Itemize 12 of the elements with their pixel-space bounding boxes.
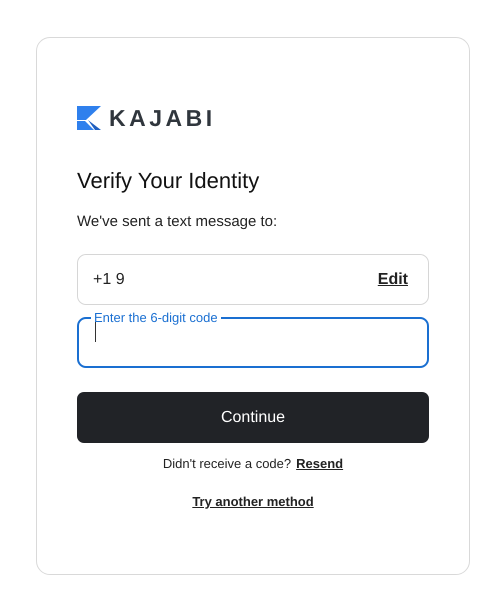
logo-icon <box>77 106 101 130</box>
code-field[interactable]: Enter the 6-digit code <box>77 310 429 368</box>
resend-prompt: Didn't receive a code? <box>162 456 292 471</box>
alternate-method-link[interactable]: Try another method <box>192 494 314 509</box>
continue-button[interactable]: Continue <box>77 392 429 443</box>
phone-field[interactable]: +1 9 Edit <box>77 254 429 305</box>
resend-link[interactable]: Resend <box>296 456 344 471</box>
brand-name: KAJABI <box>109 104 216 132</box>
edit-link[interactable]: Edit <box>378 270 408 288</box>
message-text: We've sent a text message to: <box>77 213 278 230</box>
page-title: Verify Your Identity <box>77 168 260 194</box>
phone-number: +1 9 <box>93 270 125 288</box>
